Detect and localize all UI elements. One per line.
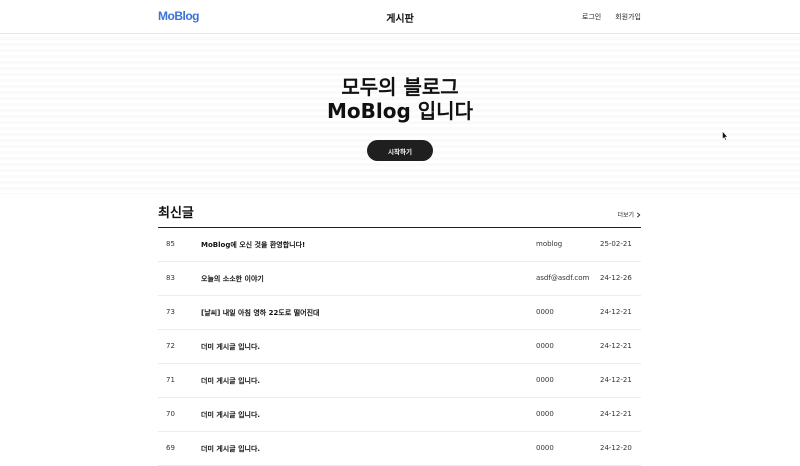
post-date: 24-12-21 [600, 410, 632, 418]
post-row[interactable]: 71 더미 게시글 입니다. 0000 24-12-21 [158, 364, 641, 398]
post-list: 85 MoBlog에 오신 것을 환영합니다! moblog 25-02-21 … [158, 228, 641, 466]
post-title[interactable]: MoBlog에 오신 것을 환영합니다! [201, 240, 305, 250]
post-row[interactable]: 70 더미 게시글 입니다. 0000 24-12-21 [158, 398, 641, 432]
header-nav: 로그인 회원가입 [582, 12, 641, 22]
post-date: 24-12-21 [600, 376, 632, 384]
page-title: 게시판 [386, 14, 414, 25]
post-title[interactable]: 더미 게시글 입니다. [201, 342, 260, 352]
recent-posts-title: 최신글 [158, 206, 194, 221]
post-row[interactable]: 73 [날씨] 내일 아침 영하 22도로 떨어진대 0000 24-12-21 [158, 296, 641, 330]
post-author: 0000 [536, 410, 554, 418]
post-title[interactable]: 오늘의 소소한 이야기 [201, 274, 264, 284]
post-author: 0000 [536, 308, 554, 316]
post-author: 0000 [536, 444, 554, 452]
post-row[interactable]: 72 더미 게시글 입니다. 0000 24-12-21 [158, 330, 641, 364]
start-button[interactable]: 시작하기 [367, 140, 433, 161]
signup-link[interactable]: 회원가입 [615, 12, 641, 22]
hero-section: 모두의 블로그 MoBlog 입니다 시작하기 [0, 34, 800, 194]
post-id: 85 [166, 240, 175, 248]
post-author: moblog [536, 240, 563, 248]
post-date: 24-12-26 [600, 274, 632, 282]
post-date: 24-12-21 [600, 342, 632, 350]
post-id: 83 [166, 274, 175, 282]
post-title[interactable]: 더미 게시글 입니다. [201, 444, 260, 454]
post-id: 71 [166, 376, 175, 384]
post-date: 24-12-21 [600, 308, 632, 316]
mouse-cursor-icon [722, 131, 728, 141]
post-date: 24-12-20 [600, 444, 632, 452]
post-row[interactable]: 85 MoBlog에 오신 것을 환영합니다! moblog 25-02-21 [158, 228, 641, 262]
hero-title-line2: MoBlog 입니다 [327, 99, 473, 123]
post-id: 70 [166, 410, 175, 418]
post-author: 0000 [536, 342, 554, 350]
post-title[interactable]: 더미 게시글 입니다. [201, 410, 260, 420]
post-id: 73 [166, 308, 175, 316]
post-title[interactable]: 더미 게시글 입니다. [201, 376, 260, 386]
post-author: asdf@asdf.com [536, 274, 590, 282]
login-link[interactable]: 로그인 [582, 12, 601, 22]
post-row[interactable]: 83 오늘의 소소한 이야기 asdf@asdf.com 24-12-26 [158, 262, 641, 296]
chevron-right-icon [636, 211, 641, 218]
more-link[interactable]: 더보기 [617, 210, 641, 219]
post-id: 69 [166, 444, 175, 452]
hero-title-line1: 모두의 블로그 [341, 75, 459, 99]
post-title[interactable]: [날씨] 내일 아침 영하 22도로 떨어진대 [201, 308, 319, 318]
post-id: 72 [166, 342, 175, 350]
site-header: MoBlog 게시판 로그인 회원가입 [0, 0, 800, 34]
post-date: 25-02-21 [600, 240, 632, 248]
post-row[interactable]: 69 더미 게시글 입니다. 0000 24-12-20 [158, 432, 641, 466]
post-author: 0000 [536, 376, 554, 384]
more-link-label: 더보기 [617, 212, 634, 219]
